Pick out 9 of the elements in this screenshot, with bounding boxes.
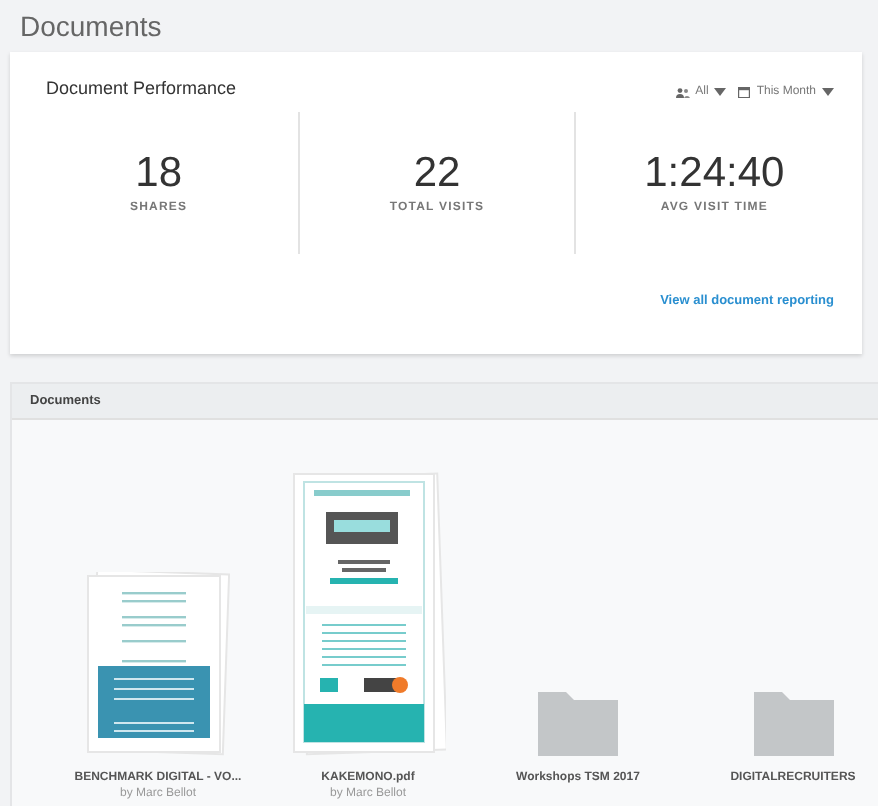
page-title: Documents [18, 8, 164, 46]
caret-icon [822, 88, 834, 96]
stat-value: 1:24:40 [644, 152, 785, 194]
stat-value: 22 [413, 152, 461, 194]
card-title: Document Performance [46, 77, 237, 97]
caret-icon [714, 88, 727, 96]
people-icon [675, 87, 690, 97]
calendar-icon [738, 86, 751, 98]
stat-value: 18 [135, 152, 182, 194]
